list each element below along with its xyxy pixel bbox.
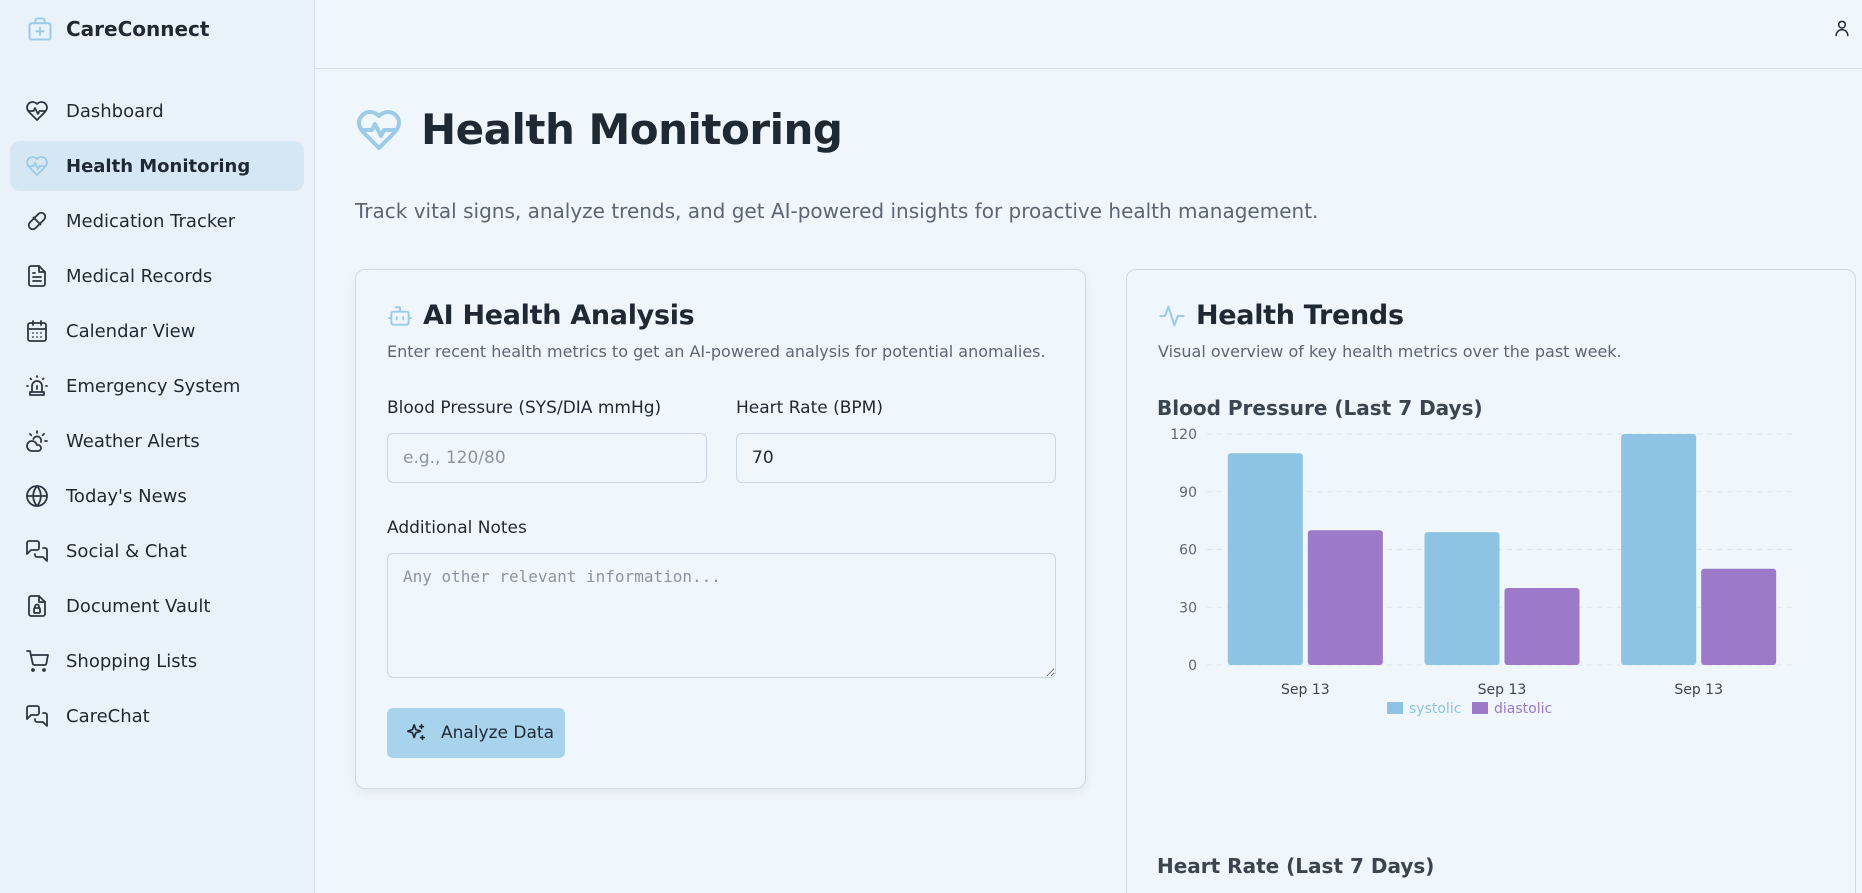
heart-rate-input[interactable] <box>736 433 1056 483</box>
heart-pulse-icon <box>24 153 50 179</box>
messages-icon <box>24 538 50 564</box>
sidebar-item-label: Emergency System <box>66 375 241 397</box>
sidebar-nav: Dashboard Health Monitoring Medication Tra… <box>0 86 314 741</box>
main-content: Health Monitoring Track vital signs, ana… <box>355 69 1862 893</box>
activity-icon <box>1158 302 1186 330</box>
additional-notes-label: Additional Notes <box>387 518 527 538</box>
sidebar-item-emergency-system[interactable]: Emergency System <box>10 361 304 411</box>
top-bar <box>315 0 1862 69</box>
sidebar-item-medication-tracker[interactable]: Medication Tracker <box>10 196 304 246</box>
sidebar-item-today-s-news[interactable]: Today's News <box>10 471 304 521</box>
sidebar-item-calendar-view[interactable]: Calendar View <box>10 306 304 356</box>
trends-card-subtitle: Visual overview of key health metrics ov… <box>1158 342 1622 361</box>
additional-notes-textarea[interactable] <box>387 553 1056 678</box>
sidebar-item-label: Medical Records <box>66 265 213 287</box>
blood-pressure-label: Blood Pressure (SYS/DIA mmHg) <box>387 398 662 418</box>
sidebar-item-label: CareChat <box>66 705 150 727</box>
y-tick-label: 30 <box>1179 600 1197 616</box>
legend-label-systolic: systolic <box>1409 701 1461 717</box>
y-tick-label: 90 <box>1179 485 1197 501</box>
sidebar-item-label: Social & Chat <box>66 540 187 562</box>
analyze-data-label: Analyze Data <box>441 723 554 743</box>
sidebar-item-medical-records[interactable]: Medical Records <box>10 251 304 301</box>
siren-icon <box>24 373 50 399</box>
heart-rate-chart-title: Heart Rate (Last 7 Days) <box>1157 854 1435 878</box>
sidebar-item-label: Medication Tracker <box>66 210 236 232</box>
ai-card-header: AI Health Analysis <box>387 300 695 331</box>
user-icon[interactable] <box>1832 18 1854 40</box>
sidebar-item-weather-alerts[interactable]: Weather Alerts <box>10 416 304 466</box>
sidebar-item-social-chat[interactable]: Social & Chat <box>10 526 304 576</box>
legend-label-diastolic: diastolic <box>1494 701 1552 717</box>
sidebar-item-label: Document Vault <box>66 595 211 617</box>
page-title: Health Monitoring <box>421 105 843 154</box>
page-description: Track vital signs, analyze trends, and g… <box>355 199 1319 223</box>
sidebar-item-label: Today's News <box>66 485 187 507</box>
x-tick-label: Sep 13 <box>1674 682 1723 698</box>
ai-card-subtitle: Enter recent health metrics to get an AI… <box>387 342 1046 361</box>
sidebar-item-label: Dashboard <box>66 100 164 122</box>
cloud-sun-icon <box>24 428 50 454</box>
sidebar-item-label: Calendar View <box>66 320 196 342</box>
sidebar-item-health-monitoring[interactable]: Health Monitoring <box>10 141 304 191</box>
y-tick-label: 60 <box>1179 543 1197 559</box>
ai-health-analysis-card: AI Health Analysis Enter recent health m… <box>355 269 1086 789</box>
trends-card-title: Health Trends <box>1196 300 1404 331</box>
sidebar: CareConnect Dashboard Health Monitoring Me… <box>0 0 315 893</box>
bar-systolic <box>1424 532 1500 665</box>
x-tick-label: Sep 13 <box>1478 682 1527 698</box>
sidebar-item-carechat[interactable]: CareChat <box>10 691 304 741</box>
ai-card-title: AI Health Analysis <box>423 300 695 331</box>
analyze-data-button[interactable]: Analyze Data <box>387 708 565 758</box>
blood-pressure-input[interactable] <box>387 433 707 483</box>
legend-swatch-diastolic <box>1472 702 1488 714</box>
sidebar-item-dashboard[interactable]: Dashboard <box>10 86 304 136</box>
brand-name: CareConnect <box>66 17 210 41</box>
messages-icon <box>24 703 50 729</box>
bar-systolic <box>1621 434 1697 665</box>
sidebar-item-label: Shopping Lists <box>66 650 198 672</box>
y-tick-label: 0 <box>1188 658 1197 674</box>
sidebar-item-shopping-lists[interactable]: Shopping Lists <box>10 636 304 686</box>
sidebar-item-label: Health Monitoring <box>66 155 251 177</box>
blood-pressure-chart-title: Blood Pressure (Last 7 Days) <box>1157 396 1483 420</box>
trends-card-header: Health Trends <box>1158 300 1404 331</box>
x-tick-label: Sep 13 <box>1281 682 1330 698</box>
heart-pulse-icon <box>355 106 403 154</box>
sparkles-icon <box>405 722 427 744</box>
bot-icon <box>387 303 413 329</box>
file-text-icon <box>24 263 50 289</box>
pill-icon <box>24 208 50 234</box>
heart-rate-label: Heart Rate (BPM) <box>736 398 883 418</box>
cart-icon <box>24 648 50 674</box>
medical-kit-icon <box>26 15 54 43</box>
health-trends-card: Health Trends Visual overview of key hea… <box>1126 269 1856 893</box>
globe-icon <box>24 483 50 509</box>
blood-pressure-chart: 0 30 60 90 120 Sep 13 Sep 13 Sep 13 systolic dias… <box>1170 427 1797 717</box>
legend-swatch-systolic <box>1387 702 1403 714</box>
sidebar-item-label: Weather Alerts <box>66 430 200 452</box>
file-lock-icon <box>24 593 50 619</box>
bar-systolic <box>1227 453 1303 665</box>
sidebar-item-document-vault[interactable]: Document Vault <box>10 581 304 631</box>
bar-diastolic <box>1701 568 1777 665</box>
page-header: Health Monitoring <box>355 105 843 154</box>
bar-diastolic <box>1504 588 1580 665</box>
heart-pulse-icon <box>24 98 50 124</box>
calendar-icon <box>24 318 50 344</box>
bar-diastolic <box>1307 530 1383 665</box>
y-tick-label: 120 <box>1170 427 1197 443</box>
brand[interactable]: CareConnect <box>0 0 314 58</box>
